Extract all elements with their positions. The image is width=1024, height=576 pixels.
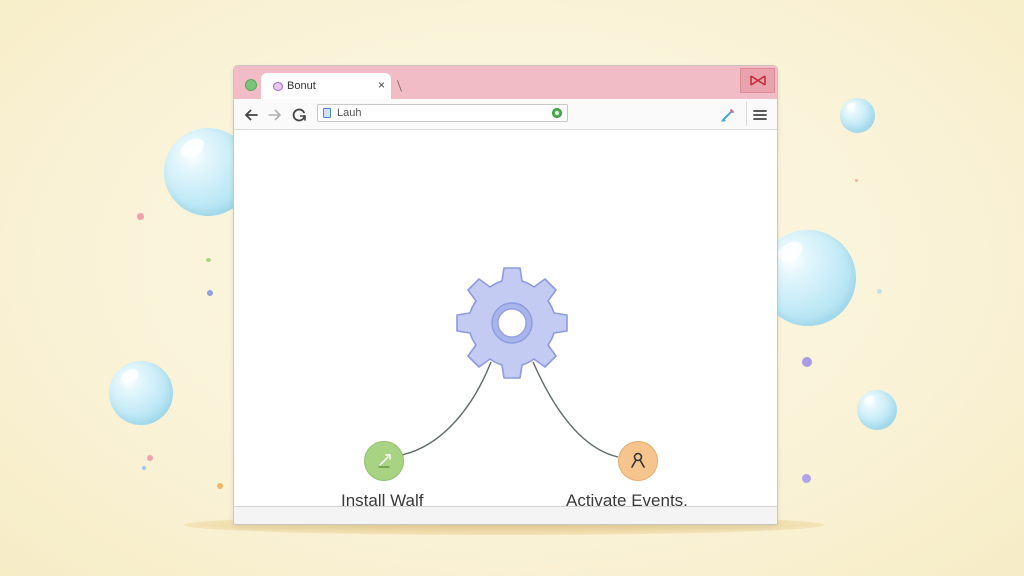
toolbar-divider [746,102,747,126]
confetti-dot [147,455,153,461]
pin-icon [631,452,645,468]
new-tab-slash-icon[interactable] [396,80,403,92]
confetti-dot [142,466,146,470]
confetti-dot [137,213,144,220]
confetti-dot [207,290,213,296]
gear-icon [456,267,568,379]
browser-tab[interactable]: Bonut × [261,73,391,100]
window-close-button[interactable] [740,68,775,93]
address-bar[interactable]: Lauh [317,104,568,122]
confetti-dot [855,179,858,182]
bubble-decoration [857,390,897,430]
page-content: Install Walf Activate Events, [234,130,777,510]
title-bar: Bonut × [234,66,777,100]
menu-icon[interactable] [752,107,768,123]
status-bar [234,506,777,524]
bubble-decoration [840,98,875,133]
confetti-dot [206,258,211,262]
favicon-icon [273,82,283,91]
browser-window: Bonut × Lauh Install Walf Activate Event… [233,65,778,525]
confetti-dot [217,483,223,489]
window-status-dot [245,79,257,91]
edit-pen-icon[interactable] [720,107,736,123]
go-button[interactable] [552,108,562,118]
confetti-dot [802,357,812,367]
nav-toolbar: Lauh [234,99,777,130]
wrench-icon [378,454,391,468]
activate-step-node[interactable] [618,441,658,481]
tab-close-button[interactable]: × [378,78,385,92]
confetti-dot [877,289,882,294]
bubble-decoration [109,361,173,425]
forward-arrow-icon[interactable] [267,107,283,123]
tab-title: Bonut [287,80,316,92]
page-icon [323,108,331,118]
close-icon [750,75,766,86]
address-text: Lauh [337,107,362,119]
install-step-node[interactable] [364,441,404,481]
confetti-dot [802,474,811,483]
reload-icon[interactable] [291,107,307,123]
back-arrow-icon[interactable] [243,107,259,123]
